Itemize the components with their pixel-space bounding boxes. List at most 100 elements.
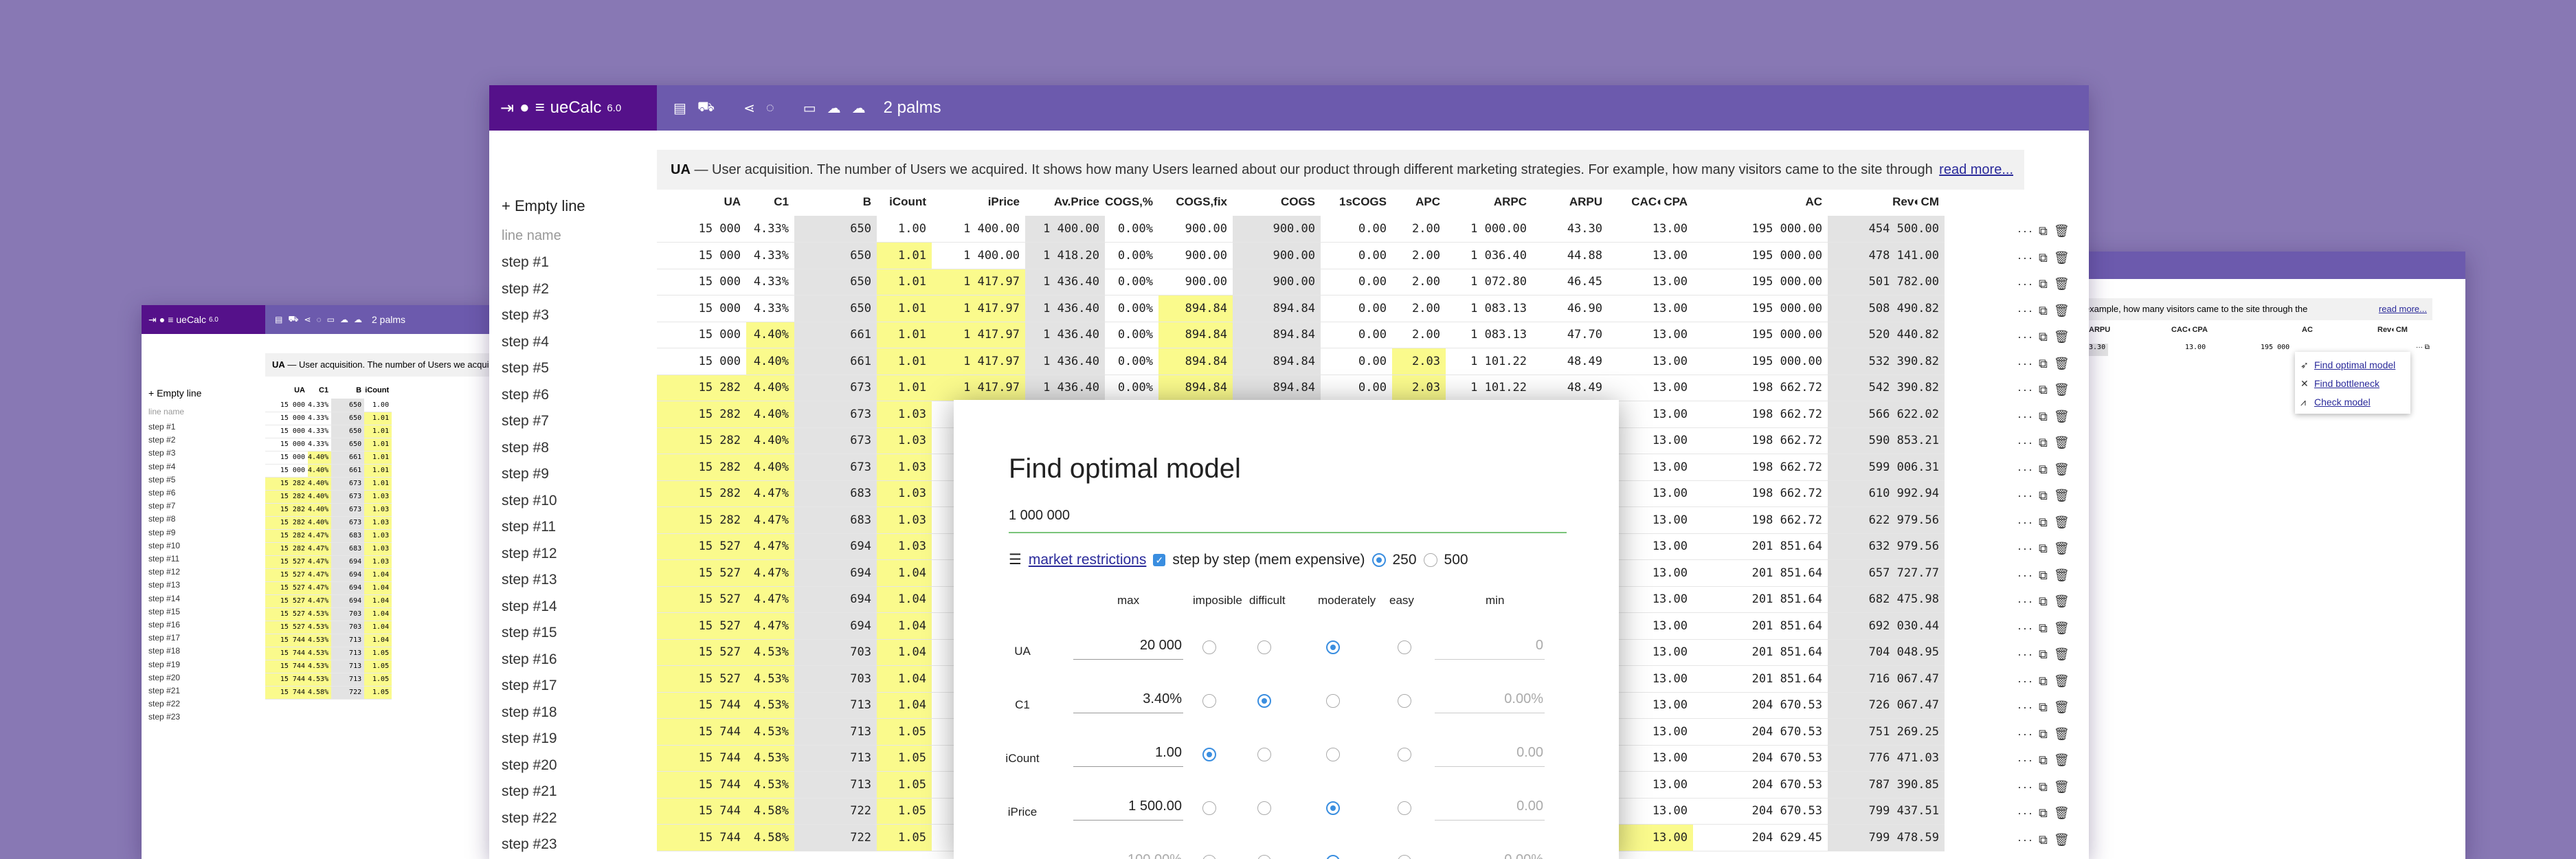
table-cell[interactable]: 15 744: [657, 718, 746, 746]
table-cell[interactable]: 799 478.59: [1828, 824, 1945, 851]
table-cell[interactable]: 0.00%: [1105, 375, 1158, 401]
radio-250[interactable]: [1371, 553, 1386, 567]
difficulty-radio[interactable]: [1202, 640, 1216, 654]
table-cell[interactable]: 704 048.95: [1828, 639, 1945, 666]
table-cell[interactable]: 15 282: [657, 480, 746, 507]
left-table-cell[interactable]: 15 744: [265, 673, 308, 687]
left-line-name[interactable]: step #2: [148, 435, 175, 445]
table-cell[interactable]: 2.03: [1392, 375, 1446, 401]
left-table-cell[interactable]: 1.03: [364, 542, 392, 556]
left-line-name[interactable]: step #15: [148, 607, 180, 616]
table-cell[interactable]: 195 000.00: [1693, 322, 1828, 348]
table-cell[interactable]: 15 527: [657, 533, 746, 560]
table-cell[interactable]: 4.33%: [746, 269, 794, 295]
line-name-input[interactable]: line name: [502, 228, 561, 244]
table-cell[interactable]: 4.47%: [746, 586, 794, 613]
difficulty-radio[interactable]: [1257, 748, 1271, 761]
left-table-cell[interactable]: 4.40%: [308, 477, 332, 491]
step-by-step-checkbox[interactable]: ✓: [1153, 553, 1166, 566]
table-cell[interactable]: 1 101.22: [1446, 375, 1532, 401]
table-cell[interactable]: 4.40%: [746, 454, 794, 481]
left-table-cell[interactable]: 713: [331, 647, 365, 660]
table-cell[interactable]: 0.00: [1321, 242, 1392, 269]
left-table-cell[interactable]: 15 000: [265, 451, 308, 465]
table-cell[interactable]: 4.33%: [746, 242, 794, 269]
table-cell[interactable]: 195 000.00: [1693, 295, 1828, 322]
left-table-cell[interactable]: 1.04: [364, 607, 392, 621]
table-cell[interactable]: 201 851.64: [1693, 665, 1828, 693]
empty-line-button[interactable]: + Empty line: [502, 197, 585, 215]
table-cell[interactable]: 722: [794, 824, 877, 851]
left-table-cell[interactable]: 15 000: [265, 425, 308, 438]
table-cell[interactable]: 1 436.40: [1025, 375, 1105, 401]
line-name[interactable]: step #18: [502, 704, 557, 721]
table-cell[interactable]: 1 436.40: [1025, 348, 1105, 375]
column-header[interactable]: B: [794, 188, 877, 216]
table-cell[interactable]: 703: [794, 665, 877, 693]
table-cell[interactable]: 13.00: [1608, 824, 1693, 851]
table-cell[interactable]: 4.40%: [746, 375, 794, 401]
row-action-icons[interactable]: ··· ⧉ 🗑: [2017, 330, 2071, 344]
left-column-header[interactable]: UA: [265, 382, 308, 399]
left-table-cell[interactable]: 15 000: [265, 399, 308, 412]
table-cell[interactable]: 48.49: [1532, 375, 1608, 401]
table-cell[interactable]: 15 000: [657, 295, 746, 322]
table-cell[interactable]: 15 282: [657, 427, 746, 454]
left-table-cell[interactable]: 15 527: [265, 555, 308, 569]
table-cell[interactable]: 47.70: [1532, 322, 1608, 348]
left-table-cell[interactable]: 4.40%: [308, 451, 332, 465]
table-cell[interactable]: 650: [794, 295, 877, 322]
left-line-name-input[interactable]: line name: [148, 407, 184, 416]
left-table-cell[interactable]: 1.05: [364, 673, 392, 687]
table-cell[interactable]: 694: [794, 612, 877, 640]
left-table-cell[interactable]: 673: [331, 490, 365, 504]
column-header[interactable]: AC: [1693, 188, 1828, 216]
column-header[interactable]: Rev◐CM: [1828, 188, 1945, 216]
left-table-cell[interactable]: 4.53%: [308, 647, 332, 660]
table-cell[interactable]: 661: [794, 348, 877, 375]
max-input[interactable]: 100.00%: [1073, 847, 1183, 859]
menu-check-model[interactable]: ⩘ Check model: [2300, 393, 2405, 412]
column-header[interactable]: C1: [746, 188, 794, 216]
table-cell[interactable]: 661: [794, 322, 877, 348]
table-cell[interactable]: 900.00: [1233, 242, 1321, 269]
table-cell[interactable]: 13.00: [1608, 639, 1693, 666]
difficulty-radio[interactable]: [1398, 855, 1411, 859]
table-cell[interactable]: 900.00: [1233, 216, 1321, 243]
table-cell[interactable]: 195 000.00: [1693, 216, 1828, 243]
table-cell[interactable]: 894.84: [1233, 322, 1321, 348]
table-cell[interactable]: 2.00: [1392, 269, 1446, 295]
table-cell[interactable]: 15 527: [657, 559, 746, 587]
difficulty-radio[interactable]: [1257, 801, 1271, 815]
left-table-cell[interactable]: 683: [331, 529, 365, 543]
left-table-cell[interactable]: 4.33%: [308, 425, 332, 438]
left-table-cell[interactable]: 15 282: [265, 503, 308, 517]
left-table-cell[interactable]: 4.53%: [308, 673, 332, 687]
table-cell[interactable]: 1.01: [877, 295, 932, 322]
table-cell[interactable]: 13.00: [1608, 533, 1693, 560]
table-cell[interactable]: 694: [794, 559, 877, 587]
table-cell[interactable]: 673: [794, 401, 877, 428]
table-cell[interactable]: 204 670.53: [1693, 745, 1828, 772]
right-read-more-link[interactable]: read more...: [2374, 298, 2427, 320]
table-cell[interactable]: 1.01: [877, 322, 932, 348]
row-action-icons[interactable]: ··· ⧉ 🗑: [2017, 568, 2071, 583]
left-line-name[interactable]: step #14: [148, 594, 180, 603]
table-cell[interactable]: 0.00%: [1105, 322, 1158, 348]
share-icon[interactable]: ⋖: [743, 100, 755, 117]
left-table-cell[interactable]: 1.00: [364, 399, 392, 412]
read-more-link[interactable]: read more...: [1932, 150, 2013, 190]
table-cell[interactable]: 1 083.13: [1446, 322, 1532, 348]
table-cell[interactable]: 201 851.64: [1693, 612, 1828, 640]
row-action-icons[interactable]: ··· ⧉ 🗑: [2017, 462, 2071, 477]
table-cell[interactable]: 4.47%: [746, 533, 794, 560]
column-header[interactable]: CAC◐CPA: [1608, 188, 1693, 216]
left-table-cell[interactable]: 1.04: [364, 581, 392, 595]
table-cell[interactable]: 1 400.00: [932, 242, 1025, 269]
left-table-cell[interactable]: 15 000: [265, 464, 308, 478]
left-table-cell[interactable]: 15 527: [265, 581, 308, 595]
column-header[interactable]: COGS: [1233, 188, 1321, 216]
table-cell[interactable]: 520 440.82: [1828, 322, 1945, 348]
table-cell[interactable]: 195 000.00: [1693, 269, 1828, 295]
table-cell[interactable]: 0.00%: [1105, 216, 1158, 243]
